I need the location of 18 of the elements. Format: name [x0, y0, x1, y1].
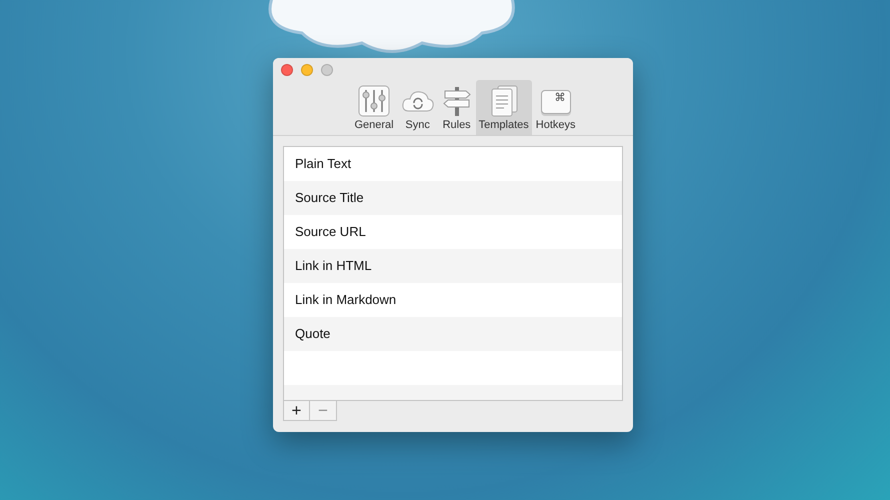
command-key-icon: ⌘	[540, 90, 571, 114]
template-row[interactable]: Source Title	[284, 181, 622, 215]
toolbar-tab[interactable]: Templates	[476, 80, 532, 135]
template-row[interactable]: Link in HTML	[284, 249, 622, 283]
template-row[interactable]: Link in Markdown	[284, 283, 622, 317]
template-row[interactable]: Plain Text	[284, 147, 622, 181]
minimize-window-button[interactable]	[301, 64, 313, 76]
sliders-icon	[358, 85, 390, 117]
add-button[interactable]: +	[283, 401, 310, 421]
signpost-icon	[442, 85, 472, 117]
toolbar-tab[interactable]: General	[351, 80, 397, 135]
toolbar-tab[interactable]: Rules	[438, 80, 475, 135]
toolbar-tab[interactable]: Sync	[398, 80, 438, 135]
close-window-button[interactable]	[281, 64, 293, 76]
template-row[interactable]: Quote	[284, 317, 622, 351]
documents-icon	[488, 85, 519, 117]
template-row[interactable]: Source URL	[284, 215, 622, 249]
toolbar-tab[interactable]: ⌘ Hotkeys	[532, 80, 579, 135]
